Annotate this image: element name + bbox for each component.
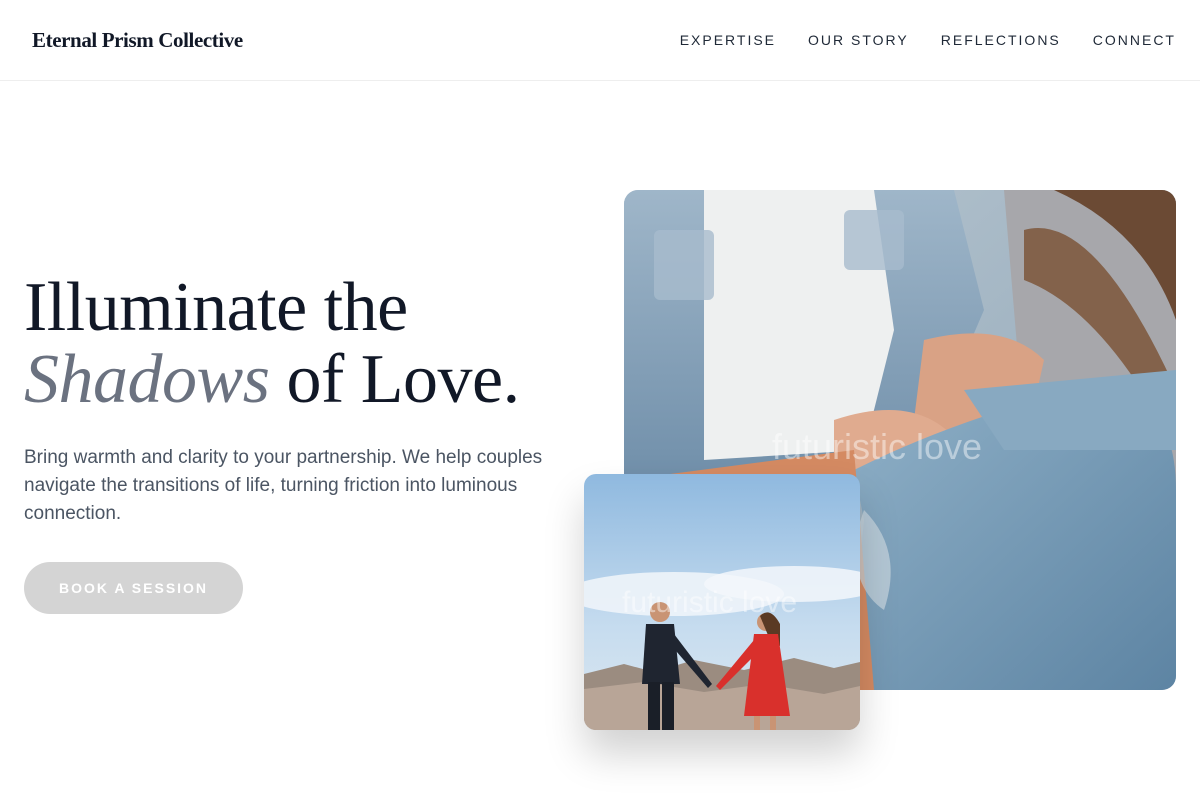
nav-link-connect[interactable]: CONNECT xyxy=(1093,32,1176,48)
headline-rest: of Love. xyxy=(269,341,520,418)
brand-logo[interactable]: Eternal Prism Collective xyxy=(32,28,243,53)
nav-link-reflections[interactable]: REFLECTIONS xyxy=(941,32,1061,48)
hero-subtitle: Bring warmth and clarity to your partner… xyxy=(24,447,543,524)
headline-line1: Illuminate the xyxy=(24,269,408,346)
hero-headline: Illuminate the Shadows of Love. xyxy=(24,272,584,416)
nav-link-our-story[interactable]: OUR STORY xyxy=(808,32,909,48)
hero-section: Illuminate the Shadows of Love. Bring wa… xyxy=(24,272,584,614)
headline-italic: Shadows xyxy=(24,341,270,418)
hero-photo-small: futuristic love xyxy=(584,474,860,730)
small-photo-watermark: futuristic love xyxy=(622,586,798,619)
book-session-button[interactable]: BOOK A SESSION xyxy=(24,562,243,614)
main-photo-watermark: futuristic love xyxy=(772,426,983,467)
nav-link-expertise[interactable]: EXPERTISE xyxy=(680,32,776,48)
main-nav: EXPERTISE OUR STORY REFLECTIONS CONNECT xyxy=(680,32,1176,48)
site-header: Eternal Prism Collective EXPERTISE OUR S… xyxy=(0,0,1200,81)
